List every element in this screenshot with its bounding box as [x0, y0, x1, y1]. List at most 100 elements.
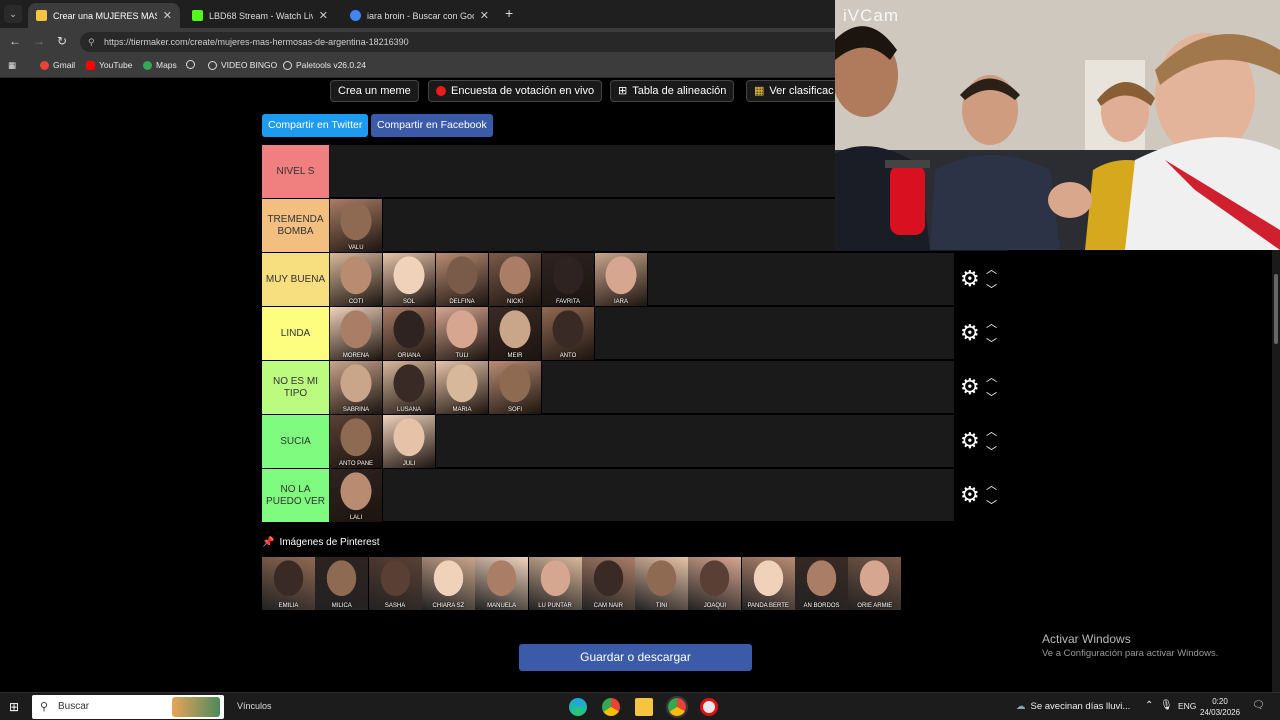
pinterest-item-image[interactable]: AN BORDOS — [795, 557, 848, 610]
google-icon — [350, 10, 361, 21]
reload-icon[interactable]: ↻ — [57, 34, 67, 48]
notifications-icon[interactable]: 🗨 — [1252, 700, 1265, 711]
pinterest-item-image[interactable]: ORIE ARMIE — [848, 557, 902, 610]
save-download-button[interactable]: Guardar o descargar — [519, 644, 752, 671]
back-icon[interactable]: ← — [9, 34, 21, 48]
tier-item-image[interactable]: ANTO — [542, 307, 595, 360]
clock[interactable]: 0:20 24/03/2026 — [1200, 696, 1240, 718]
weather-widget[interactable]: ☁ Se avecinan días lluvi... — [1016, 701, 1130, 712]
tab-google-search[interactable]: iara broin - Buscar con Google ✕ — [342, 3, 497, 28]
bookmark-video-bingo[interactable]: VIDEO BINGO — [208, 60, 277, 70]
taskbar-search-field[interactable]: ⚲ Buscar — [32, 695, 224, 719]
tab-tiermaker[interactable]: Crear una MUJERES MAS HERM ✕ — [28, 3, 180, 28]
tier-item-image[interactable]: MORENA — [330, 307, 383, 360]
microphone-icon[interactable]: 🎙 — [1160, 700, 1173, 711]
pinterest-item-image[interactable]: JOAQUI — [688, 557, 742, 610]
create-meme-button[interactable]: Crea un meme — [330, 80, 419, 102]
tier-label[interactable]: NO ES MI TIPO — [262, 361, 329, 414]
pinterest-item-image[interactable]: SASHA — [368, 557, 422, 610]
tier-item-image[interactable]: IARA — [595, 253, 648, 306]
tab-search-button[interactable]: ⌄ — [4, 5, 22, 23]
chevron-up-icon[interactable]: ︿ — [986, 261, 997, 277]
chevron-up-icon[interactable]: ︿ — [986, 315, 997, 331]
gear-icon[interactable]: ⚙ — [960, 429, 980, 453]
forward-icon[interactable]: → — [33, 34, 45, 48]
tab-kick-stream[interactable]: LBD68 Stream - Watch Live on ✕ — [184, 3, 336, 28]
app-icon[interactable] — [700, 698, 718, 716]
tier-item-image[interactable]: SOFI — [489, 361, 542, 414]
edge-icon[interactable] — [569, 698, 587, 716]
tier-item-image[interactable]: DELFINA — [436, 253, 489, 306]
tier-label[interactable]: NO LA PUEDO VER — [262, 469, 329, 522]
file-explorer-icon[interactable] — [635, 698, 653, 716]
tier-item-image[interactable]: ORIANA — [383, 307, 436, 360]
pinterest-item-image[interactable]: TINI — [635, 557, 689, 610]
chevron-down-icon[interactable]: ﹀ — [986, 335, 997, 351]
view-ranking-button[interactable]: ▦ Ver clasificac — [746, 80, 840, 102]
tier-item-image[interactable]: JULI — [383, 415, 436, 468]
pinterest-item-image[interactable]: CHIARA SZ — [421, 557, 475, 610]
close-icon[interactable]: ✕ — [319, 5, 328, 27]
share-facebook-button[interactable]: Compartir en Facebook — [371, 114, 493, 137]
tier-item-image[interactable]: NICKI — [489, 253, 542, 306]
tier-item-image[interactable]: MARIA — [436, 361, 489, 414]
tier-item-image[interactable]: COTI — [330, 253, 383, 306]
close-icon[interactable]: ✕ — [480, 5, 489, 27]
live-poll-button[interactable]: Encuesta de votación en vivo — [428, 80, 603, 102]
alignment-chart-button[interactable]: ⊞ Tabla de alineación — [610, 80, 735, 102]
tier-item-image[interactable]: LUSANA — [383, 361, 436, 414]
new-tab-button[interactable]: + — [505, 5, 513, 21]
bookmark-gmail[interactable]: Gmail — [40, 60, 75, 70]
windows-start-icon[interactable]: ⊞ — [9, 700, 19, 714]
gear-icon[interactable]: ⚙ — [960, 483, 980, 507]
chevron-up-icon[interactable]: ︿ — [986, 369, 997, 385]
tier-item-image[interactable]: FAVRITA — [542, 253, 595, 306]
tier-item-image[interactable]: MEIR — [489, 307, 542, 360]
links-toolbar[interactable]: Vínculos — [237, 701, 272, 711]
chevron-down-icon[interactable]: ﹀ — [986, 443, 997, 459]
site-info-icon[interactable]: ⚲ — [88, 32, 95, 52]
tier-item-image[interactable]: SABRINA — [330, 361, 383, 414]
bookmark-web[interactable] — [186, 60, 195, 69]
tier-label[interactable]: MUY BUENA — [262, 253, 329, 306]
chrome-icon[interactable] — [602, 698, 620, 716]
pinterest-item-image[interactable]: LU PUNTAR — [528, 557, 582, 610]
tier-item-caption: MARIA — [452, 407, 472, 413]
apps-icon[interactable]: ▦ — [8, 60, 16, 71]
tier-item-image[interactable]: ANTO PANE — [330, 415, 383, 468]
pinterest-item-caption: MANUELA — [487, 603, 517, 609]
share-twitter-button[interactable]: Compartir en Twitter — [262, 114, 369, 137]
language-indicator[interactable]: ENG — [1178, 701, 1196, 711]
close-icon[interactable]: ✕ — [163, 5, 172, 27]
pinterest-item-caption: CAM NAIR — [593, 603, 623, 609]
tier-item-image[interactable]: SOL — [383, 253, 436, 306]
bookmark-youtube[interactable]: YouTube — [86, 60, 132, 70]
gear-icon[interactable]: ⚙ — [960, 375, 980, 399]
pinterest-item-image[interactable]: CAM NAIR — [581, 557, 635, 610]
tier-label[interactable]: SUCIA — [262, 415, 329, 468]
gear-icon[interactable]: ⚙ — [960, 321, 980, 345]
scrollbar-thumb[interactable] — [1274, 274, 1278, 344]
tier-item-image[interactable]: LALI — [330, 469, 383, 522]
tier-item-image[interactable]: VALU — [330, 199, 383, 252]
chevron-down-icon[interactable]: ﹀ — [986, 497, 997, 513]
pinterest-item-image[interactable]: MANUELA — [475, 557, 529, 610]
chevron-up-icon[interactable]: ︿ — [986, 423, 997, 439]
gear-icon[interactable]: ⚙ — [960, 267, 980, 291]
webcam-video-frame — [835, 0, 1280, 250]
chevron-up-icon[interactable]: ︿ — [986, 477, 997, 493]
bookmark-maps[interactable]: Maps — [143, 60, 177, 70]
chevron-down-icon[interactable]: ﹀ — [986, 281, 997, 297]
tier-item-image[interactable]: TULI — [436, 307, 489, 360]
pinterest-item-image[interactable]: PANDA BERTE — [741, 557, 795, 610]
tray-chevron-icon[interactable]: ⌃ — [1145, 700, 1153, 711]
chevron-down-icon[interactable]: ﹀ — [986, 389, 997, 405]
bookmark-paletools[interactable]: Paletools v26.0.24 — [283, 60, 366, 70]
tier-label[interactable]: NIVEL S — [262, 145, 329, 198]
tier-label[interactable]: LINDA — [262, 307, 329, 360]
pinterest-item-image[interactable]: MILICA — [315, 557, 369, 610]
tier-label[interactable]: TREMENDA BOMBA — [262, 199, 329, 252]
chrome-active-icon[interactable] — [666, 696, 688, 718]
pinterest-item-image[interactable]: EMILIA — [262, 557, 315, 610]
pinterest-item-caption: PANDA BERTE — [747, 603, 789, 609]
